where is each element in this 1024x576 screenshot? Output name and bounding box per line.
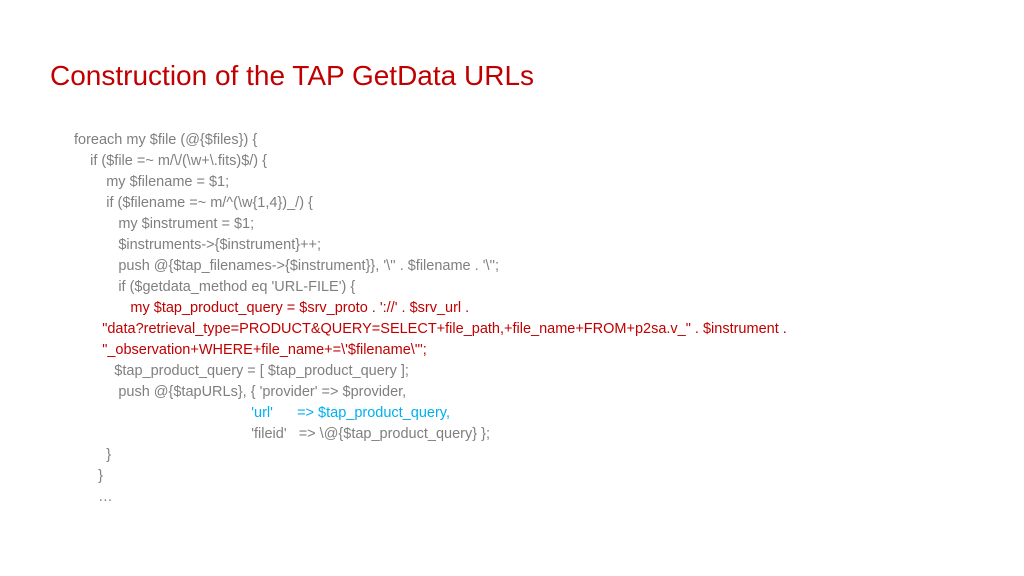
code-line: if ($filename =~ m/^(\w{1,4})_/) { bbox=[74, 195, 313, 211]
code-line: if ($file =~ m/\/(\w+\.fits)$/) { bbox=[74, 153, 267, 169]
code-line-highlight: "_observation+WHERE+file_name+=\'$filena… bbox=[74, 342, 427, 358]
slide-title: Construction of the TAP GetData URLs bbox=[50, 60, 974, 92]
code-line-highlight: "data?retrieval_type=PRODUCT&QUERY=SELEC… bbox=[74, 321, 787, 337]
code-line: … bbox=[74, 489, 113, 505]
code-line: } bbox=[74, 447, 111, 463]
code-line: 'fileid' => \@{$tap_product_query} }; bbox=[74, 426, 490, 442]
code-block: foreach my $file (@{$files}) { if ($file… bbox=[50, 130, 974, 508]
code-line: if ($getdata_method eq 'URL-FILE') { bbox=[74, 279, 355, 295]
code-line-highlight: 'url' => $tap_product_query, bbox=[74, 405, 450, 421]
code-line: $tap_product_query = [ $tap_product_quer… bbox=[74, 363, 409, 379]
code-line: foreach my $file (@{$files}) { bbox=[74, 132, 257, 148]
code-line: my $instrument = $1; bbox=[74, 216, 254, 232]
code-line: my $filename = $1; bbox=[74, 174, 229, 190]
code-line: push @{$tapURLs}, { 'provider' => $provi… bbox=[74, 384, 406, 400]
code-line: $instruments->{$instrument}++; bbox=[74, 237, 321, 253]
code-line: } bbox=[74, 468, 103, 484]
code-line: push @{$tap_filenames->{$instrument}}, '… bbox=[74, 258, 499, 274]
code-line-highlight: my $tap_product_query = $srv_proto . ':/… bbox=[74, 300, 469, 316]
